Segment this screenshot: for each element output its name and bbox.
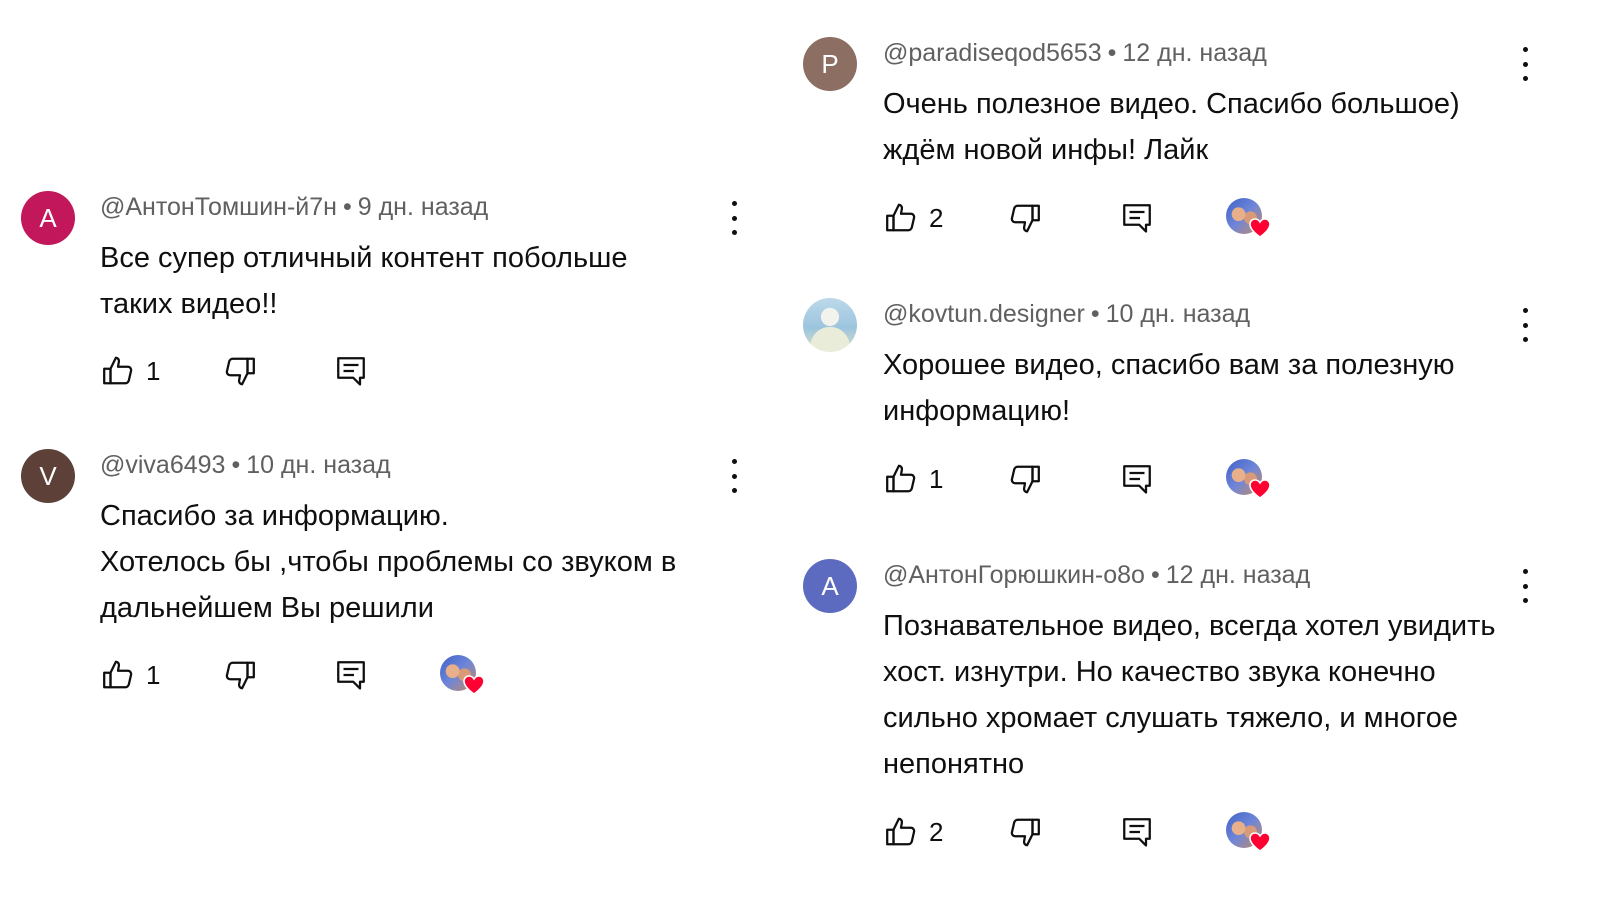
thumbs-up-icon [100,657,136,693]
comment-meta: @viva6493 • 10 дн. назад [100,451,391,480]
thumbs-down-icon [222,657,258,693]
like-count: 1 [146,659,161,690]
meta-separator: • [1150,561,1160,589]
comment-meta: @АнтонГорюшкин-о8о • 12 дн. назад [883,561,1310,590]
reply-button[interactable] [1119,461,1155,497]
comment-reply-icon [333,657,369,693]
comment-text: Очень полезное видео. Спасибо большое) ж… [883,88,1460,166]
comment-text-line: Хотелось бы ,чтобы проблемы со звуком в … [100,546,677,624]
heart-icon [1248,216,1272,240]
like-count: 2 [929,202,944,233]
dislike-button[interactable] [222,657,258,693]
more-vert-icon[interactable] [1515,47,1535,81]
avatar[interactable]: A [21,191,75,245]
comment-author[interactable]: @paradiseqod5653 [883,39,1102,67]
more-vert-icon[interactable] [724,201,744,235]
dislike-button[interactable] [1007,200,1043,236]
more-vert-icon[interactable] [1515,308,1535,342]
comment-text: Спасибо за информацию. Хотелось бы ,чтоб… [100,493,740,631]
comment-time[interactable]: 10 дн. назад [1106,300,1250,328]
comment-text: Хорошее видео, спасибо вам за полезную и… [883,349,1455,427]
dislike-button[interactable] [1007,461,1043,497]
avatar[interactable]: P [803,37,857,91]
thumbs-down-icon [222,353,258,389]
comment-text: Все супер отличный контент побольше таки… [100,242,628,320]
more-vert-icon[interactable] [724,459,744,493]
like-button[interactable]: 1 [100,657,160,693]
thumbs-up-icon [883,200,919,236]
comment-reply-icon [1119,461,1155,497]
reply-button[interactable] [333,353,369,389]
creator-heart-badge [440,655,488,699]
more-vert-icon[interactable] [1515,569,1535,603]
thumbs-up-icon [883,814,919,850]
comment-author[interactable]: @АнтонГорюшкин-о8о [883,561,1145,589]
thumbs-up-icon [100,353,136,389]
dislike-button[interactable] [1007,814,1043,850]
dislike-button[interactable] [222,353,258,389]
comment-time[interactable]: 12 дн. назад [1166,561,1310,589]
like-button[interactable]: 1 [883,461,943,497]
comment-author[interactable]: @viva6493 [100,451,225,479]
comment-meta: @АнтонТомшин-й7н • 9 дн. назад [100,193,488,222]
heart-icon [462,673,486,697]
comment-time[interactable]: 12 дн. назад [1122,39,1266,67]
comment-time[interactable]: 10 дн. назад [246,451,390,479]
meta-separator: • [1107,39,1117,67]
creator-heart-badge [1226,198,1274,242]
comment-text-line: Спасибо за информацию. [100,500,449,532]
heart-icon [1248,830,1272,854]
thumbs-up-icon [883,461,919,497]
reply-button[interactable] [333,657,369,693]
comment-text: Познавательное видео, всегда хотел увиди… [883,610,1496,780]
comment-meta: @paradiseqod5653 • 12 дн. назад [883,39,1267,68]
like-count: 2 [929,816,944,847]
like-button[interactable]: 1 [100,353,160,389]
comment-reply-icon [1119,814,1155,850]
heart-icon [1248,477,1272,501]
comment-meta: @kovtun.designer • 10 дн. назад [883,300,1250,329]
comment-time[interactable]: 9 дн. назад [358,193,489,221]
comment-author[interactable]: @АнтонТомшин-й7н [100,193,337,221]
avatar[interactable]: V [21,449,75,503]
comment-reply-icon [1119,200,1155,236]
like-count: 1 [929,463,944,494]
meta-separator: • [342,193,352,221]
avatar[interactable]: A [803,559,857,613]
creator-heart-badge [1226,812,1274,856]
like-button[interactable]: 2 [883,814,943,850]
creator-heart-badge [1226,459,1274,503]
avatar[interactable] [803,298,857,352]
meta-separator: • [1090,300,1100,328]
thumbs-down-icon [1007,200,1043,236]
reply-button[interactable] [1119,814,1155,850]
reply-button[interactable] [1119,200,1155,236]
like-count: 1 [146,355,161,386]
comment-reply-icon [333,353,369,389]
thumbs-down-icon [1007,461,1043,497]
like-button[interactable]: 2 [883,200,943,236]
thumbs-down-icon [1007,814,1043,850]
comment-author[interactable]: @kovtun.designer [883,300,1085,328]
meta-separator: • [231,451,241,479]
